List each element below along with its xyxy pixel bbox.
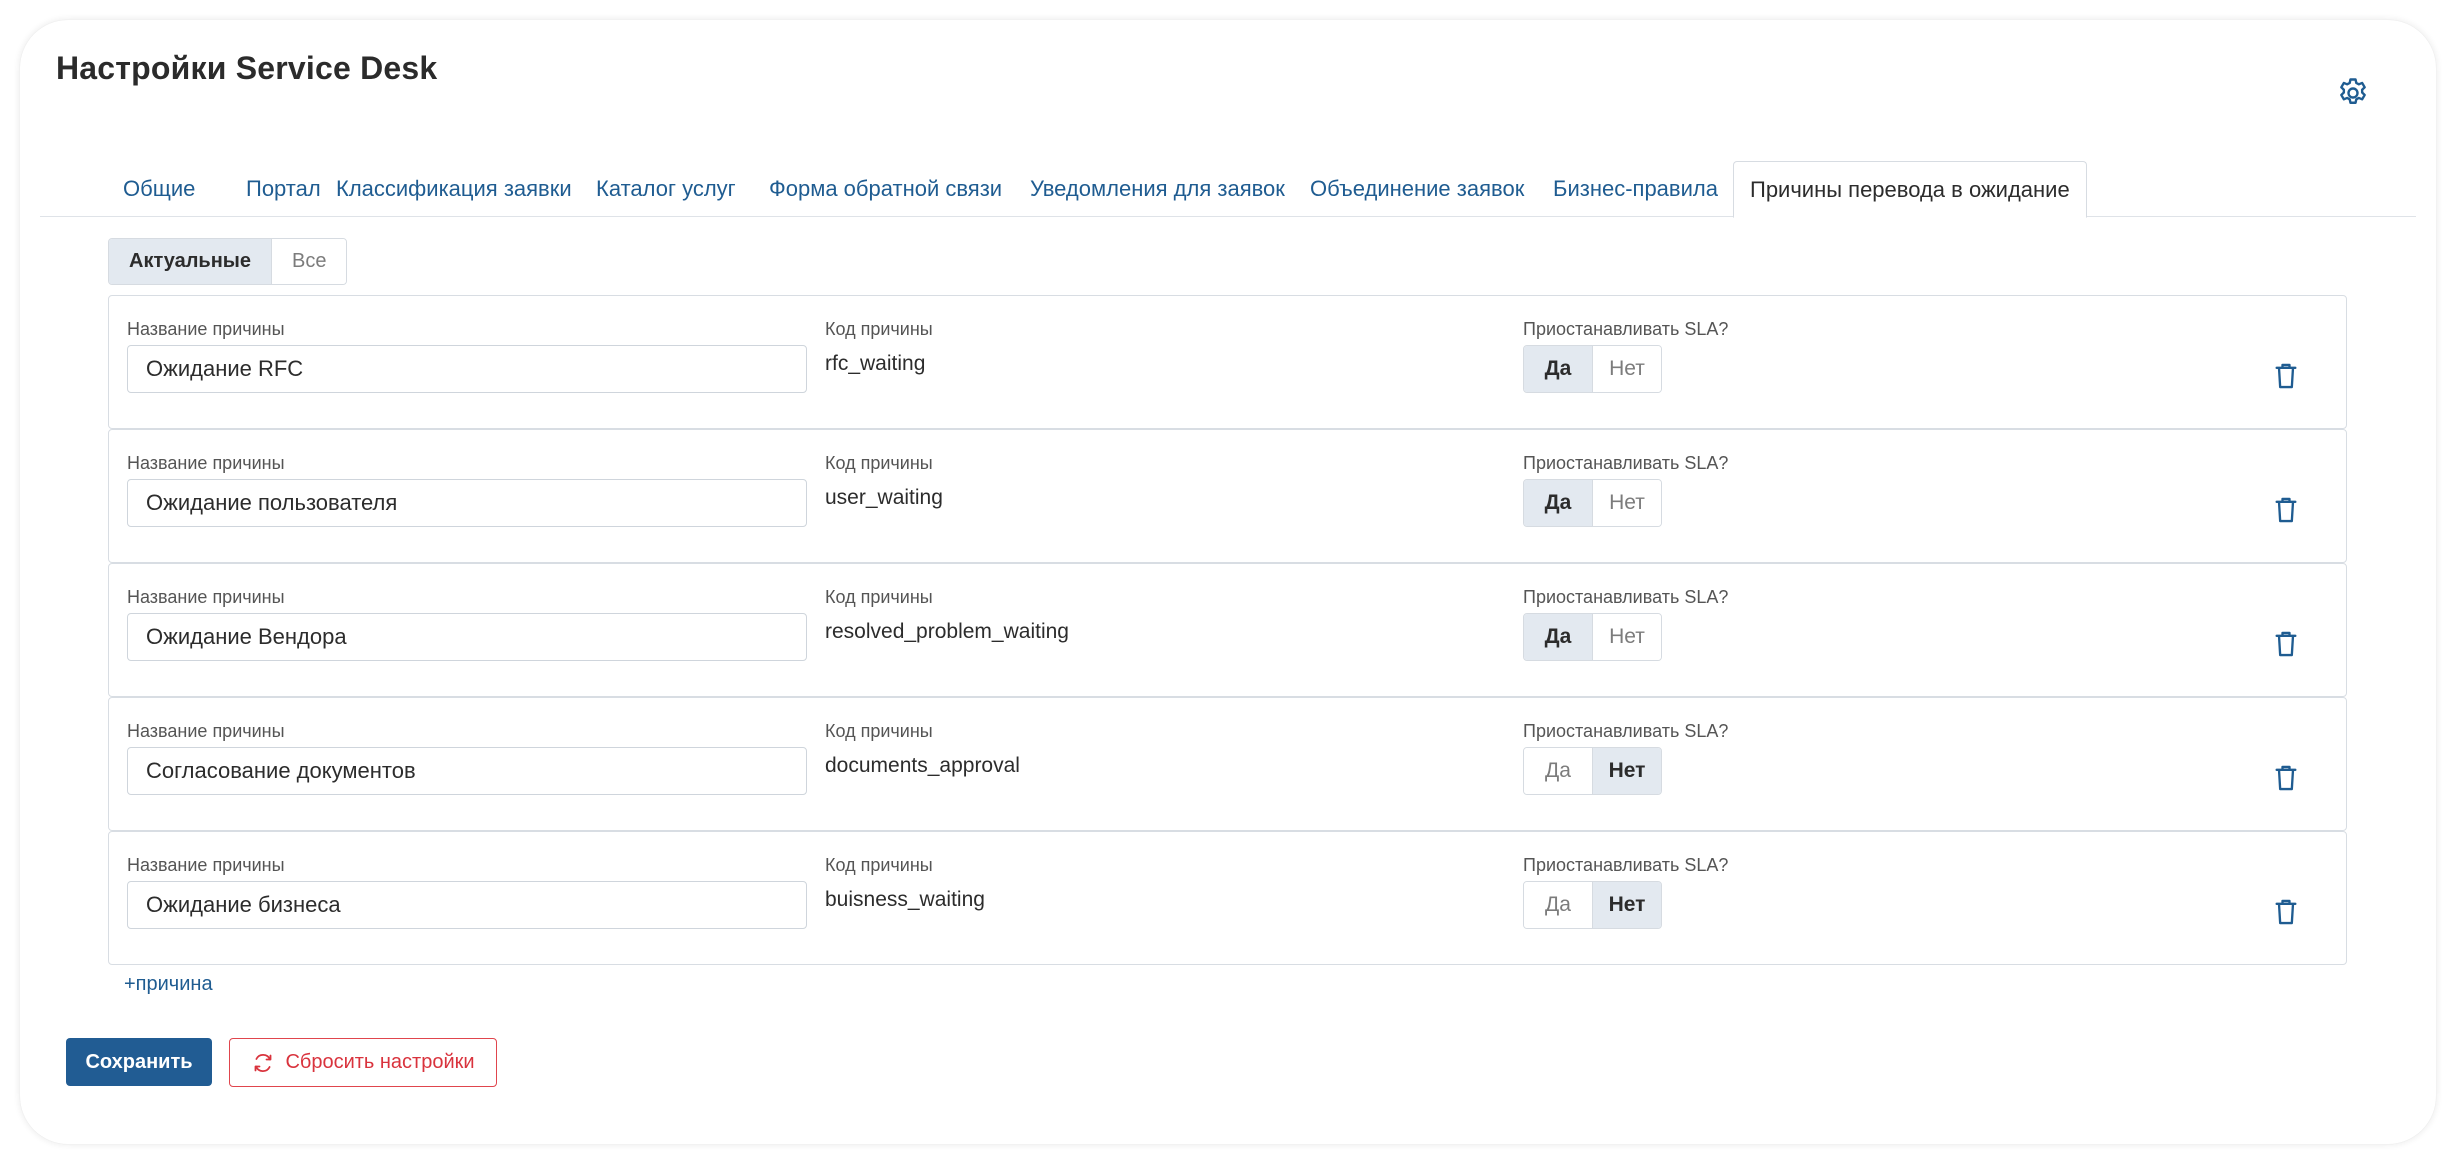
pause-sla-label: Приостанавливать SLA? (1523, 855, 1729, 875)
reason-row: Название причины Ожидание RFC Код причин… (108, 295, 2347, 429)
reason-row: Название причины Согласование документов… (108, 697, 2347, 831)
page-title: Настройки Service Desk (56, 50, 438, 86)
reason-name-label: Название причины (127, 721, 285, 741)
pause-sla-no-button[interactable]: Нет (1592, 614, 1661, 660)
refresh-icon (255, 1053, 272, 1072)
tab-merge-requests[interactable]: Объединение заявок (1294, 161, 1540, 217)
reason-row: Название причины Ожидание пользователя К… (108, 429, 2347, 563)
pause-sla-yes-button[interactable]: Да (1524, 748, 1592, 794)
pause-sla-yes-button[interactable]: Да (1524, 614, 1592, 660)
reason-name-input[interactable]: Ожидание Вендора (127, 613, 807, 661)
pause-sla-toggle: Да Нет (1523, 479, 1662, 527)
pause-sla-toggle: Да Нет (1523, 881, 1662, 929)
filter-toggle: Актуальные Все (108, 238, 348, 285)
pause-sla-label: Приостанавливать SLA? (1523, 319, 1729, 339)
tab-waiting-reasons[interactable]: Причины перевода в ожидание (1733, 161, 2087, 218)
pause-sla-yes-button[interactable]: Да (1524, 346, 1592, 392)
reason-code-label: Код причины (825, 453, 933, 473)
pause-sla-label: Приостанавливать SLA? (1523, 453, 1729, 473)
reasons-list: Название причины Ожидание RFC Код причин… (108, 295, 2347, 965)
pause-sla-yes-button[interactable]: Да (1524, 480, 1592, 526)
filter-all-button[interactable]: Все (271, 239, 347, 284)
pause-sla-no-button[interactable]: Нет (1592, 882, 1661, 928)
add-reason-link[interactable]: +причина (124, 973, 213, 996)
reason-code-label: Код причины (825, 721, 933, 741)
tab-classification[interactable]: Классификация заявки (320, 161, 588, 217)
trash-icon[interactable] (2274, 764, 2298, 792)
reason-code-label: Код причины (825, 319, 933, 339)
reason-name-label: Название причины (127, 319, 285, 339)
reason-code-label: Код причины (825, 855, 933, 875)
tab-notifications[interactable]: Уведомления для заявок (1014, 161, 1301, 217)
reason-code-value: documents_approval (825, 754, 1020, 777)
tab-bar: Общие Портал Классификация заявки Катало… (40, 161, 2416, 218)
filter-current-button[interactable]: Актуальные (109, 239, 272, 284)
pause-sla-no-button[interactable]: Нет (1592, 480, 1661, 526)
trash-icon[interactable] (2274, 362, 2298, 390)
pause-sla-yes-button[interactable]: Да (1524, 882, 1592, 928)
trash-icon[interactable] (2274, 496, 2298, 524)
reason-name-input[interactable]: Согласование документов (127, 747, 807, 795)
pause-sla-label: Приостанавливать SLA? (1523, 587, 1729, 607)
trash-icon[interactable] (2274, 898, 2298, 926)
tab-feedback-form[interactable]: Форма обратной связи (753, 161, 1018, 217)
reason-name-label: Название причины (127, 453, 285, 473)
tab-service-catalog[interactable]: Каталог услуг (580, 161, 752, 217)
reason-code-value: user_waiting (825, 486, 943, 509)
pause-sla-toggle: Да Нет (1523, 747, 1662, 795)
tab-business-rules[interactable]: Бизнес-правила (1537, 161, 1734, 217)
reason-name-input[interactable]: Ожидание RFC (127, 345, 807, 393)
reason-code-value: buisness_waiting (825, 888, 985, 911)
save-button[interactable]: Сохранить (66, 1038, 212, 1086)
trash-icon[interactable] (2274, 630, 2298, 658)
reason-name-label: Название причины (127, 855, 285, 875)
reason-row: Название причины Ожидание Вендора Код пр… (108, 563, 2347, 697)
reason-code-label: Код причины (825, 587, 933, 607)
pause-sla-no-button[interactable]: Нет (1592, 748, 1661, 794)
reason-name-input[interactable]: Ожидание пользователя (127, 479, 807, 527)
reason-code-value: rfc_waiting (825, 352, 926, 375)
reason-name-input[interactable]: Ожидание бизнеса (127, 881, 807, 929)
gear-icon[interactable] (2335, 75, 2371, 111)
pause-sla-label: Приостанавливать SLA? (1523, 721, 1729, 741)
reason-name-label: Название причины (127, 587, 285, 607)
reason-row: Название причины Ожидание бизнеса Код пр… (108, 831, 2347, 965)
pause-sla-toggle: Да Нет (1523, 613, 1662, 661)
reason-code-value: resolved_problem_waiting (825, 620, 1069, 643)
tab-general[interactable]: Общие (107, 161, 211, 217)
pause-sla-toggle: Да Нет (1523, 345, 1662, 393)
reset-settings-label: Сбросить настройки (285, 1051, 475, 1073)
reset-settings-button[interactable]: Сбросить настройки (229, 1038, 497, 1087)
pause-sla-no-button[interactable]: Нет (1592, 346, 1661, 392)
